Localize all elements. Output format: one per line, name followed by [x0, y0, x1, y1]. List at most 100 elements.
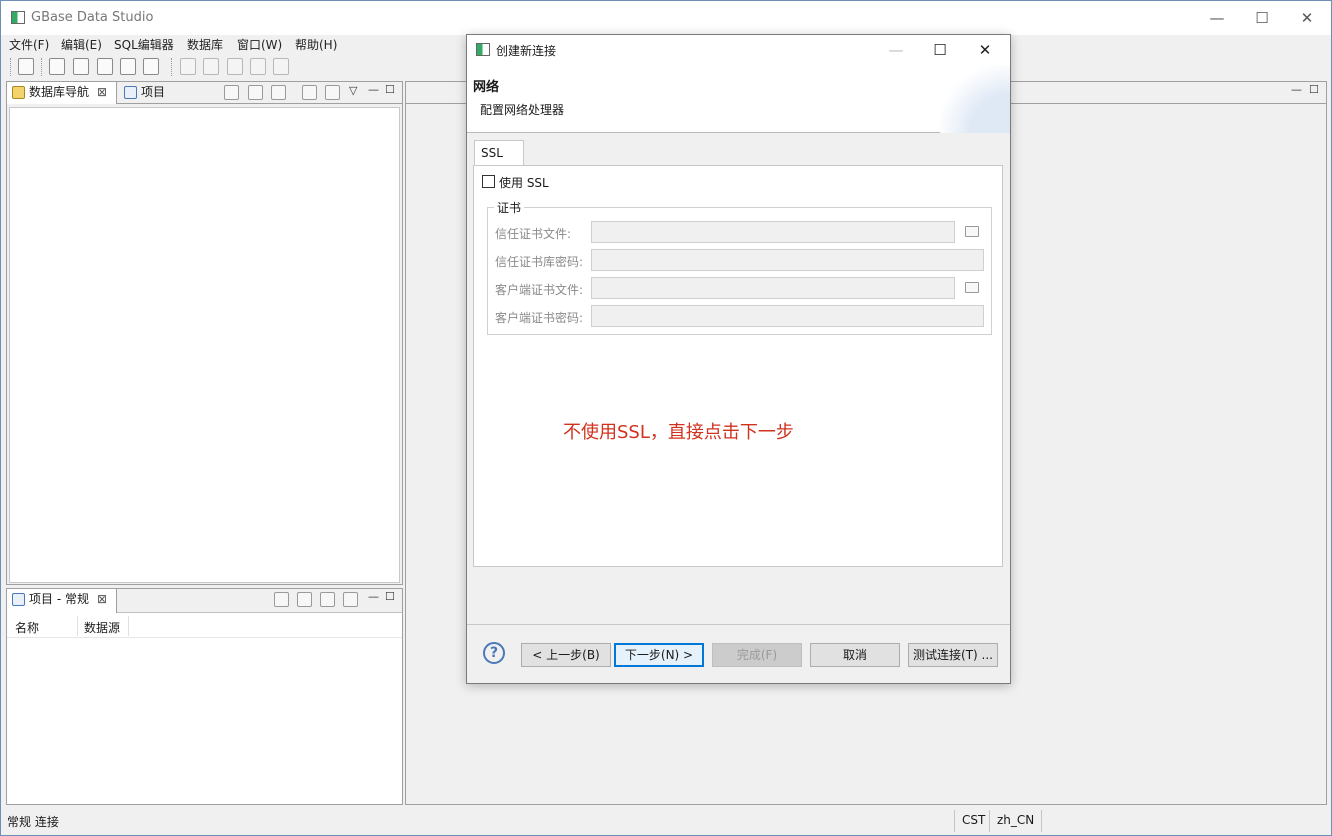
menu-sql-editor[interactable]: SQL编辑器 [114, 36, 174, 53]
window-title: GBase Data Studio [31, 10, 154, 25]
browse-folder-icon[interactable] [965, 282, 979, 293]
cancel-button[interactable]: 取消 [810, 643, 900, 667]
database-icon [12, 86, 25, 99]
instruction-annotation: 不使用SSL，直接点击下一步 [563, 422, 794, 443]
menu-window[interactable]: 窗口(W) [237, 36, 282, 53]
wizard-header: 网络 配置网络处理器 [467, 65, 1010, 133]
column-header-datasource[interactable]: 数据源 [84, 619, 120, 636]
minimize-view-icon[interactable]: — [368, 83, 379, 96]
dialog-button-separator [467, 624, 1010, 625]
close-tab-icon[interactable]: ⊠ [97, 82, 107, 103]
maximize-button[interactable]: ☐ [1240, 7, 1284, 29]
tab-database-navigator[interactable]: 数据库导航 ⊠ [7, 82, 117, 104]
menu-database[interactable]: 数据库 [187, 36, 223, 53]
undo-icon[interactable] [227, 58, 243, 75]
toolbar-separator [41, 58, 42, 76]
link-editor-icon[interactable] [343, 592, 358, 607]
minimize-view-icon[interactable]: — [368, 590, 379, 603]
filter-icon[interactable] [325, 85, 340, 100]
wizard-page-title: 网络 [473, 80, 500, 95]
new-connection-icon[interactable] [248, 85, 263, 100]
menu-file[interactable]: 文件(F) [9, 36, 49, 53]
certificate-group: 证书 信任证书文件: 信任证书库密码: 客户端证书文件: 客户端证书密码: [487, 199, 992, 335]
finish-button[interactable]: 完成(F) [712, 643, 802, 667]
dialog-close-button[interactable]: ✕ [965, 39, 1005, 61]
navigator-tab-bar: 数据库导航 ⊠ 项目 ▽ — ☐ [7, 82, 402, 104]
client-cert-file-label: 客户端证书文件: [495, 283, 584, 297]
project-tab-bar: 项目 - 常规 ⊠ — ☐ [7, 589, 402, 613]
status-text: 常规 连接 [7, 815, 59, 829]
client-cert-password-input[interactable] [591, 305, 984, 327]
app-icon [476, 43, 490, 56]
status-timezone: CST [962, 813, 986, 827]
status-separator [989, 810, 990, 832]
new-connection-icon[interactable] [18, 58, 34, 75]
dialog-minimize-button[interactable]: — [876, 39, 916, 61]
client-cert-password-label: 客户端证书密码: [495, 311, 584, 325]
status-separator [954, 810, 955, 832]
navigator-tree[interactable] [9, 107, 400, 583]
database-navigator-panel: 数据库导航 ⊠ 项目 ▽ — ☐ [6, 81, 403, 585]
save-icon[interactable] [180, 58, 196, 75]
revert-icon[interactable] [273, 58, 289, 75]
settings-icon[interactable] [274, 592, 289, 607]
minimize-button[interactable]: — [1195, 7, 1239, 29]
client-cert-file-input[interactable] [591, 277, 955, 299]
collapse-all-icon[interactable] [297, 592, 312, 607]
header-decoration [940, 65, 1010, 133]
app-icon [11, 11, 25, 24]
help-icon[interactable]: ? [483, 642, 505, 664]
toolbar-separator [171, 58, 172, 76]
status-locale: zh_CN [997, 813, 1035, 827]
test-connection-button[interactable]: 测试连接(T) ... [908, 643, 998, 667]
link-editor-icon[interactable] [302, 85, 317, 100]
redo-icon[interactable] [250, 58, 266, 75]
tab-ssl[interactable]: SSL [474, 140, 524, 166]
use-ssl-label[interactable]: 使用 SSL [499, 174, 549, 191]
close-button[interactable]: ✕ [1285, 7, 1329, 29]
column-divider [77, 616, 78, 636]
new-script-icon[interactable] [97, 58, 113, 75]
new-folder-icon[interactable] [271, 85, 286, 100]
toolbar-separator [10, 58, 11, 76]
close-tab-icon[interactable]: ⊠ [97, 589, 107, 610]
tab-label: 数据库导航 [29, 85, 90, 99]
project-icon [124, 86, 137, 99]
dialog-titlebar: 创建新连接 — ☐ ✕ [467, 35, 1010, 65]
use-ssl-checkbox[interactable] [482, 175, 495, 188]
certificate-group-label: 证书 [494, 199, 525, 216]
trust-store-password-input[interactable] [591, 249, 984, 271]
column-divider [128, 616, 129, 636]
column-header-name[interactable]: 名称 [15, 619, 39, 636]
menu-edit[interactable]: 编辑(E) [61, 36, 102, 53]
recent-script-icon[interactable] [143, 58, 159, 75]
maximize-view-icon[interactable]: ☐ [1309, 83, 1319, 96]
tab-label: 项目 [141, 85, 166, 99]
browse-folder-icon[interactable] [965, 226, 979, 237]
next-button[interactable]: 下一步(N) > [614, 643, 704, 667]
trust-cert-file-label: 信任证书文件: [495, 227, 572, 241]
window-titlebar: GBase Data Studio — ☐ ✕ [1, 1, 1331, 35]
save-as-icon[interactable] [203, 58, 219, 75]
connect-icon[interactable] [49, 58, 65, 75]
disconnect-icon[interactable] [73, 58, 89, 75]
menu-help[interactable]: 帮助(H) [295, 36, 337, 53]
view-menu-icon[interactable]: ▽ [349, 84, 357, 97]
open-script-icon[interactable] [120, 58, 136, 75]
tab-project-general[interactable]: 项目 - 常规 ⊠ [7, 589, 117, 613]
wizard-page-description: 配置网络处理器 [480, 103, 565, 117]
table-icon [12, 593, 25, 606]
dialog-maximize-button[interactable]: ☐ [920, 39, 960, 61]
expand-all-icon[interactable] [320, 592, 335, 607]
collapse-all-icon[interactable] [224, 85, 239, 100]
status-separator [1041, 810, 1042, 832]
maximize-view-icon[interactable]: ☐ [385, 83, 395, 96]
minimize-view-icon[interactable]: — [1291, 83, 1302, 96]
trust-store-password-label: 信任证书库密码: [495, 255, 584, 269]
back-button[interactable]: < 上一步(B) [521, 643, 611, 667]
tab-project[interactable]: 项目 [119, 82, 175, 104]
project-general-panel: 项目 - 常规 ⊠ — ☐ 名称 数据源 [6, 588, 403, 805]
maximize-view-icon[interactable]: ☐ [385, 590, 395, 603]
trust-cert-file-input[interactable] [591, 221, 955, 243]
tab-label: 项目 - 常规 [29, 592, 89, 606]
